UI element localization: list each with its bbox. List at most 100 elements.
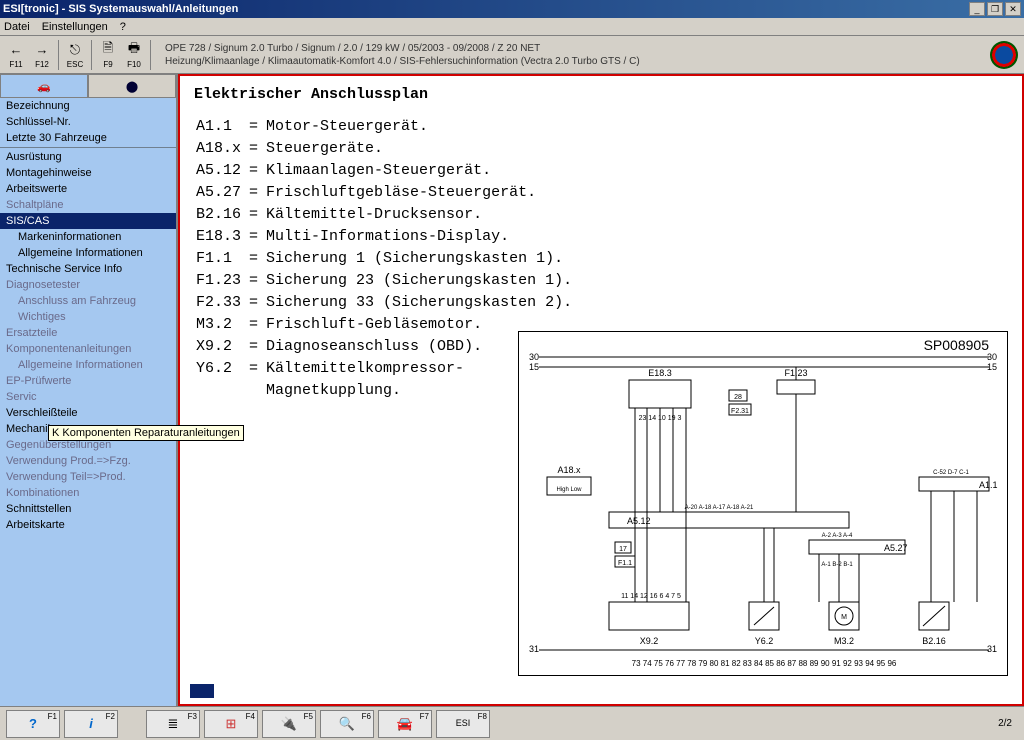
car-icon: 🚗: [37, 80, 51, 93]
search-icon: 🔍: [339, 717, 355, 730]
svg-text:F1.1: F1.1: [618, 560, 632, 567]
sidebar-verwteil[interactable]: Verwendung Teil=>Prod.: [0, 469, 176, 485]
svg-text:A18.x: A18.x: [557, 465, 581, 475]
svg-text:SP008905: SP008905: [924, 337, 990, 353]
doc-title: Elektrischer Anschlussplan: [194, 86, 1008, 103]
print-icon: 🖶: [124, 41, 144, 59]
f5-button[interactable]: 🔌F5: [262, 710, 316, 738]
sidebar-service[interactable]: Servic: [0, 389, 176, 405]
svg-text:28: 28: [734, 394, 742, 401]
back-button[interactable]: ←F11: [6, 41, 26, 69]
component-row: F2.33=Sicherung 33 (Sicherungskasten 2).: [196, 293, 572, 313]
component-row: X9.2=Diagnoseanschluss (OBD).: [196, 337, 572, 357]
schematic-diagram: SP008905 30 15 30 15 E18.3 23 14 10 19 3…: [518, 331, 1008, 676]
svg-text:M3.2: M3.2: [834, 636, 854, 646]
menu-datei[interactable]: Datei: [4, 21, 30, 33]
sidebar-bezeichnung[interactable]: Bezeichnung: [0, 98, 176, 114]
svg-text:11 14 12 16 6 4: 11 14 12 16 6 4 7 5: [621, 593, 681, 600]
svg-text:A-2 A-3 A-4: A-2 A-3 A-4: [822, 533, 853, 539]
svg-text:B2.16: B2.16: [922, 636, 946, 646]
pager-indicator[interactable]: [190, 684, 214, 698]
sidebar-allginfo[interactable]: Allgemeine Informationen: [0, 245, 176, 261]
doc-icon: 🗎: [98, 41, 118, 59]
sidebar-kombinationen[interactable]: Kombinationen: [0, 485, 176, 501]
car-icon: 🚘: [397, 717, 413, 730]
sidebar-siscas[interactable]: SIS/CAS: [0, 213, 176, 229]
sidebar-techservice[interactable]: Technische Service Info: [0, 261, 176, 277]
svg-text:17: 17: [619, 546, 627, 553]
sidebar-schaltplaene[interactable]: Schaltpläne: [0, 197, 176, 213]
sidebar-eppruef[interactable]: EP-Prüfwerte: [0, 373, 176, 389]
f6-button[interactable]: 🔍F6: [320, 710, 374, 738]
svg-text:73 74 75 76 77 78 79 80 81 82: 73 74 75 76 77 78 79 80 81 82 83 84 85 8…: [632, 659, 897, 668]
esi-icon: ESI: [456, 717, 471, 730]
svg-text:F2.31: F2.31: [731, 408, 749, 415]
svg-text:X9.2: X9.2: [640, 636, 659, 646]
restore-button[interactable]: ❐: [987, 2, 1003, 16]
svg-text:A-1 B-2 B-1: A-1 B-2 B-1: [821, 562, 853, 568]
minimize-button[interactable]: _: [969, 2, 985, 16]
sidebar-markeninfo[interactable]: Markeninformationen: [0, 229, 176, 245]
menu-help[interactable]: ?: [120, 21, 126, 33]
list-icon: ≣: [168, 717, 179, 730]
svg-text:A5.27: A5.27: [884, 543, 908, 553]
svg-text:E18.3: E18.3: [648, 368, 672, 378]
help-button[interactable]: ?F1: [6, 710, 60, 738]
svg-text:A5.12: A5.12: [627, 516, 651, 526]
sidebar-ausruestung[interactable]: Ausrüstung: [0, 149, 176, 165]
sidebar-tab-vehicle[interactable]: 🚗: [0, 74, 88, 98]
sidebar-verschleiss[interactable]: Verschleißteile: [0, 405, 176, 421]
sidebar-montagehinweise[interactable]: Montagehinweise: [0, 165, 176, 181]
sidebar-anschluss[interactable]: Anschluss am Fahrzeug: [0, 293, 176, 309]
sidebar-schluessel[interactable]: Schlüssel-Nr.: [0, 114, 176, 130]
svg-text:Y6.2: Y6.2: [755, 636, 774, 646]
sidebar-arbeitswerte[interactable]: Arbeitswerte: [0, 181, 176, 197]
sidebar-arbeitskarte[interactable]: Arbeitskarte: [0, 517, 176, 533]
svg-text:C-52 D-7 C-1: C-52 D-7 C-1: [933, 470, 969, 476]
sidebar-tab-other[interactable]: ⬤: [88, 74, 176, 98]
help-icon: ?: [29, 717, 37, 730]
sidebar-wichtiges[interactable]: Wichtiges: [0, 309, 176, 325]
sidebar-allginfo2[interactable]: Allgemeine Informationen: [0, 357, 176, 373]
f8-button[interactable]: ESIF8: [436, 710, 490, 738]
titlebar: ESI[tronic] - SIS Systemauswahl/Anleitun…: [0, 0, 1024, 18]
breadcrumb-line1: OPE 728 / Signum 2.0 Turbo / Signum / 2.…: [165, 42, 982, 55]
component-row: Magnetkupplung.: [196, 381, 572, 401]
arrow-left-icon: ←: [6, 41, 26, 59]
esc-button[interactable]: ⎋ESC: [65, 41, 85, 69]
arrow-right-icon: →: [32, 41, 52, 59]
f4-button[interactable]: ⊞F4: [204, 710, 258, 738]
window-title: ESI[tronic] - SIS Systemauswahl/Anleitun…: [3, 3, 969, 15]
sidebar-ersatzteile[interactable]: Ersatzteile: [0, 325, 176, 341]
breadcrumb-line2: Heizung/Klimaanlage / Klimaautomatik-Kom…: [165, 55, 982, 68]
f10-button[interactable]: 🖶F10: [124, 41, 144, 69]
f7-button[interactable]: 🚘F7: [378, 710, 432, 738]
sidebar-verwprod[interactable]: Verwendung Prod.=>Fzg.: [0, 453, 176, 469]
svg-text:High Low: High Low: [556, 487, 582, 493]
forward-button[interactable]: →F12: [32, 41, 52, 69]
svg-text:31: 31: [987, 644, 997, 654]
component-row: A5.12=Klimaanlagen-Steuergerät.: [196, 161, 572, 181]
sidebar-schnittstellen[interactable]: Schnittstellen: [0, 501, 176, 517]
f3-button[interactable]: ≣F3: [146, 710, 200, 738]
component-row: Y6.2=Kältemittelkompressor-: [196, 359, 572, 379]
window-controls: _ ❐ ✕: [969, 2, 1021, 16]
bottombar: ?F1 iF2 ≣F3 ⊞F4 🔌F5 🔍F6 🚘F7 ESIF8 2/2: [0, 706, 1024, 740]
svg-text:M: M: [841, 614, 847, 621]
f9-button[interactable]: 🗎F9: [98, 41, 118, 69]
component-row: F1.23=Sicherung 23 (Sicherungskasten 1).: [196, 271, 572, 291]
sidebar: 🚗 ⬤ Bezeichnung Schlüssel-Nr. Letzte 30 …: [0, 74, 178, 706]
component-row: F1.1=Sicherung 1 (Sicherungskasten 1).: [196, 249, 572, 269]
menu-einstellungen[interactable]: Einstellungen: [42, 21, 108, 33]
menubar: Datei Einstellungen ?: [0, 18, 1024, 36]
close-button[interactable]: ✕: [1005, 2, 1021, 16]
tooltip: K Komponenten Reparaturanleitungen: [48, 425, 244, 441]
sidebar-diagtester[interactable]: Diagnosetester: [0, 277, 176, 293]
component-row: A1.1=Motor-Steuergerät.: [196, 117, 572, 137]
battery-icon: 🔌: [281, 717, 297, 730]
info-button[interactable]: iF2: [64, 710, 118, 738]
svg-text:31: 31: [529, 644, 539, 654]
bosch-logo-icon: [990, 41, 1018, 69]
sidebar-letzte30[interactable]: Letzte 30 Fahrzeuge: [0, 130, 176, 146]
sidebar-kompanleitungen[interactable]: Komponentenanleitungen: [0, 341, 176, 357]
